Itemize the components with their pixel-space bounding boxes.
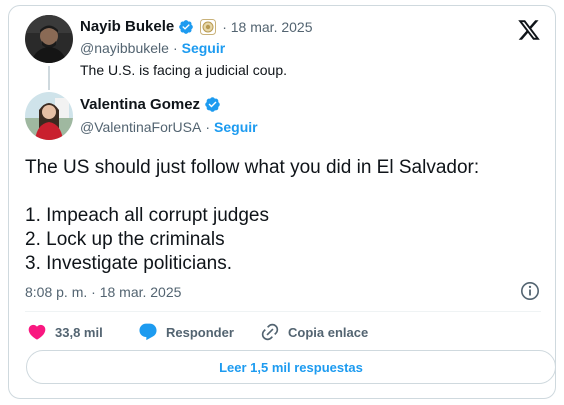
read-replies-button[interactable]: Leer 1,5 mil respuestas <box>26 350 556 384</box>
quoted-author-avatar[interactable] <box>25 15 73 63</box>
quoted-tweet-header: Nayib Bukele · 18 mar. 2025 <box>80 18 313 35</box>
tweet-body-line-1: The US should just follow what you did i… <box>25 157 480 178</box>
verified-badge-icon <box>204 96 221 113</box>
follow-button[interactable]: Seguir <box>182 40 226 56</box>
reply-action[interactable]: Responder <box>138 322 234 342</box>
reply-label: Responder <box>166 324 234 340</box>
follow-button[interactable]: Seguir <box>214 119 258 135</box>
likes-count: 33,8 mil <box>55 324 103 340</box>
speech-bubble-icon <box>138 322 158 342</box>
government-affiliation-badge-icon <box>200 18 217 35</box>
divider <box>25 311 541 312</box>
quoted-author-name[interactable]: Nayib Bukele <box>80 18 174 35</box>
main-author-handle[interactable]: @ValentinaForUSA <box>80 119 201 135</box>
heart-icon <box>27 322 47 342</box>
tweet-card: Nayib Bukele · 18 mar. 2025 @nayibbukele… <box>8 5 556 399</box>
info-icon[interactable] <box>520 281 540 301</box>
tweet-body-line-3: 2. Lock up the criminals <box>25 229 225 250</box>
link-icon <box>260 322 280 342</box>
like-action[interactable]: 33,8 mil <box>27 322 103 342</box>
tweet-body-line-4: 3. Investigate politicians. <box>25 253 233 274</box>
thread-line <box>48 66 50 90</box>
quoted-tweet-text: The U.S. is facing a judicial coup. <box>80 62 287 78</box>
separator-dot: · <box>172 40 178 56</box>
x-logo-icon[interactable] <box>517 18 541 42</box>
quoted-tweet-subheader: @nayibbukele · Seguir <box>80 40 225 56</box>
main-author-name[interactable]: Valentina Gomez <box>80 96 200 113</box>
main-tweet-header: Valentina Gomez <box>80 96 221 113</box>
tweet-timestamp[interactable]: 8:08 p. m. · 18 mar. 2025 <box>25 284 181 300</box>
quoted-author-handle[interactable]: @nayibbukele <box>80 40 169 56</box>
main-tweet-subheader: @ValentinaForUSA · Seguir <box>80 119 258 135</box>
main-author-avatar[interactable] <box>25 92 73 140</box>
tweet-body-line-2: 1. Impeach all corrupt judges <box>25 205 269 226</box>
separator-dot: · <box>205 119 211 135</box>
copy-link-label: Copia enlace <box>288 324 369 340</box>
verified-badge-icon <box>178 19 194 35</box>
copy-link-action[interactable]: Copia enlace <box>260 322 368 342</box>
quoted-tweet-date[interactable]: · 18 mar. 2025 <box>222 19 312 35</box>
